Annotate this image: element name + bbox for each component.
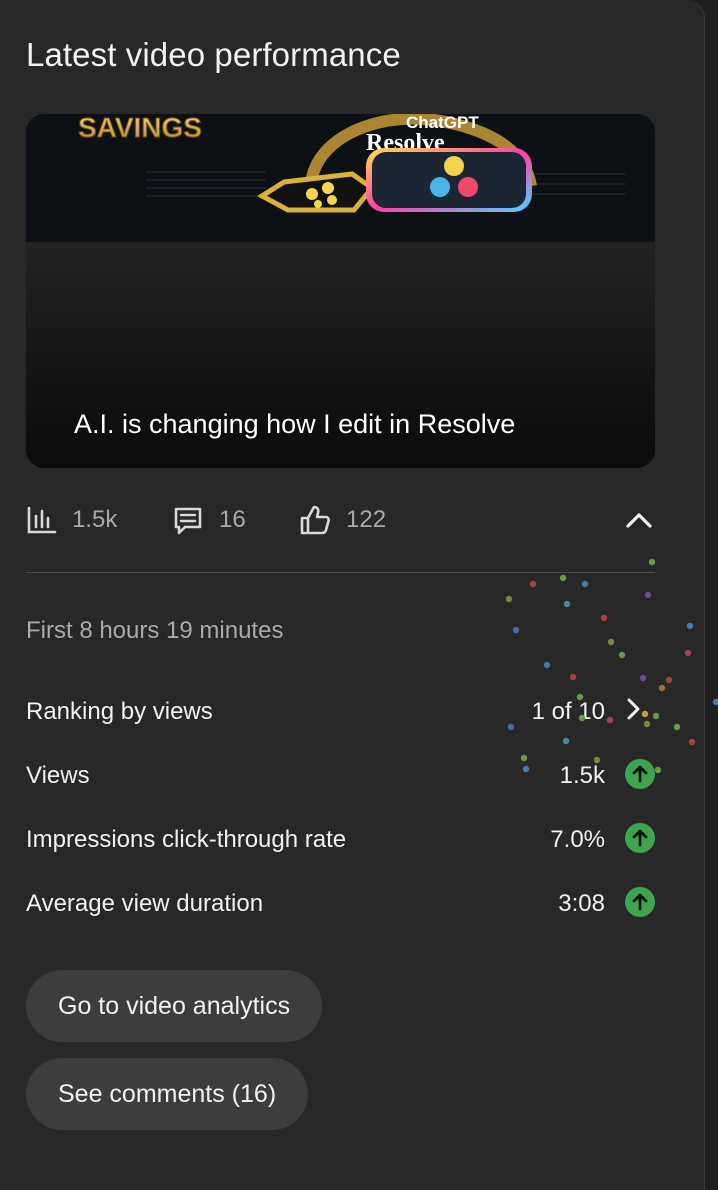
views-stat: 1.5k [26, 500, 117, 540]
metric-ctr: Impressions click-through rate 7.0% [26, 818, 655, 858]
metric-value: 1 of 10 [531, 698, 605, 725]
thumbs-up-icon [300, 505, 330, 535]
see-comments-button[interactable]: See comments (16) [26, 1058, 309, 1130]
metric-value: 1.5k [559, 762, 605, 789]
metric-label: Views [26, 762, 90, 789]
trend-up-icon [625, 759, 655, 789]
divider [26, 572, 655, 573]
views-count: 1.5k [72, 506, 118, 533]
likes-count: 122 [346, 506, 387, 533]
video-thumbnail[interactable]: SAVINGS ChatGPT Resolve A.I. is changing… [26, 114, 655, 468]
thumbnail-text-savings: SAVINGS [78, 114, 202, 143]
trend-up-icon [625, 887, 655, 917]
stats-row: 1.5k 16 122 [26, 500, 655, 540]
thumbnail-art: SAVINGS ChatGPT Resolve [26, 114, 655, 242]
trend-up-icon [625, 823, 655, 853]
davinci-resolve-icon [366, 148, 532, 212]
comments-count: 16 [219, 506, 246, 533]
card-title: Latest video performance [26, 36, 401, 73]
metric-label: Average view duration [26, 890, 264, 917]
video-title[interactable]: A.I. is changing how I edit in Resolve [74, 409, 515, 440]
likes-stat: 122 [298, 500, 386, 540]
go-to-analytics-button[interactable]: Go to video analytics [26, 970, 323, 1042]
metric-avg-duration: Average view duration 3:08 [26, 882, 655, 922]
metric-label: Impressions click-through rate [26, 826, 347, 853]
metric-views: Views 1.5k [26, 754, 655, 794]
comment-icon [174, 507, 202, 535]
metric-value: 3:08 [558, 890, 605, 917]
chevron-right-icon[interactable] [621, 696, 647, 722]
video-performance-card: Latest video performance SAVINGS ChatGPT… [0, 0, 705, 1190]
chevron-up-icon[interactable] [623, 504, 655, 536]
comments-stat: 16 [171, 500, 246, 540]
bar-chart-icon [27, 506, 57, 534]
metric-value: 7.0% [550, 826, 605, 853]
period-label: First 8 hours 19 minutes [26, 617, 284, 644]
metric-label: Ranking by views [26, 698, 213, 725]
metric-ranking[interactable]: Ranking by views 1 of 10 [26, 690, 655, 730]
